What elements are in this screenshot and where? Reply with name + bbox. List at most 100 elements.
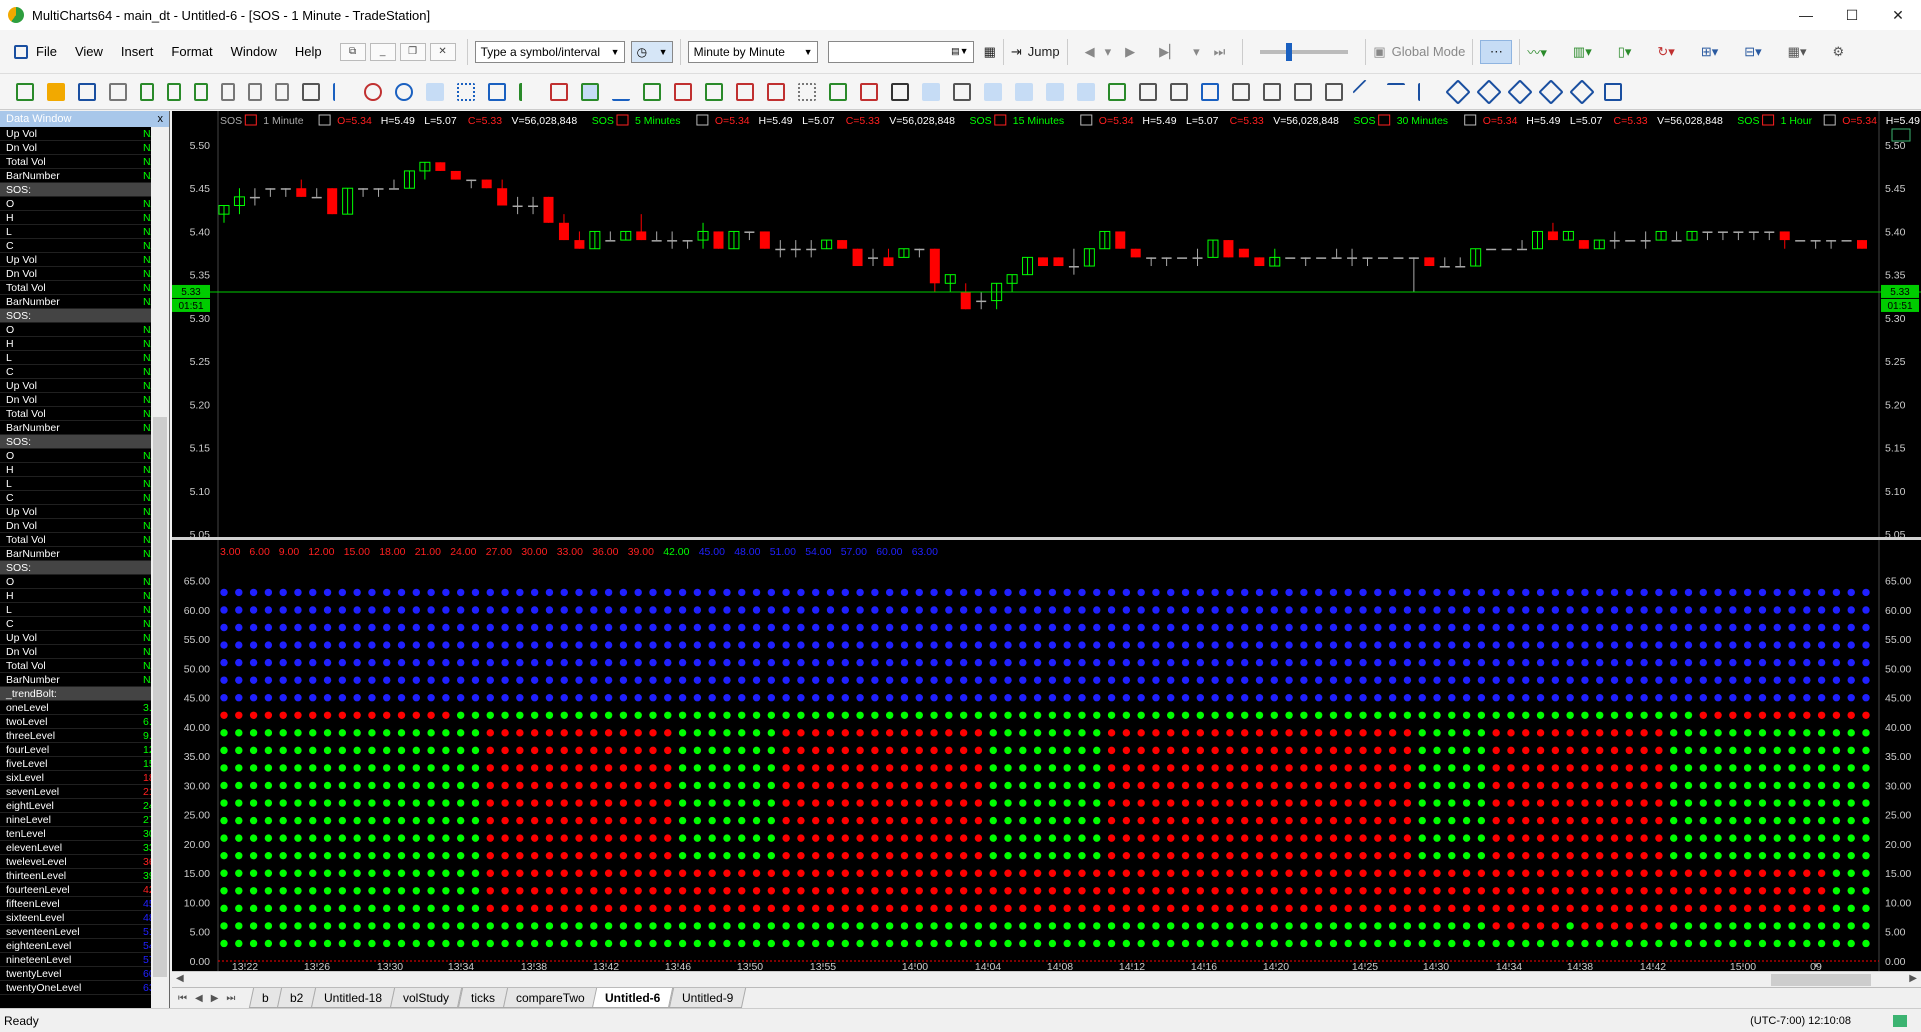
line-style-icon[interactable] bbox=[612, 83, 630, 101]
dot-style-icon[interactable] bbox=[798, 82, 816, 101]
zoom-out-icon[interactable] bbox=[1015, 82, 1033, 101]
menu-window[interactable]: Window bbox=[231, 44, 277, 59]
chart-canvas[interactable]: 5.50 5.505.45 5.455.40 5.405.35 5.355.30 5.30… bbox=[172, 111, 1921, 973]
mdi-new-window-button[interactable]: ⧉ bbox=[339, 42, 366, 61]
interval-settings-button[interactable]: ◷ ▼ bbox=[630, 40, 673, 63]
play-icon[interactable]: ▶ bbox=[1125, 40, 1135, 64]
renko-icon[interactable] bbox=[829, 82, 847, 101]
scroll-left-icon[interactable]: ◀ bbox=[176, 973, 184, 984]
tab-last-icon[interactable]: ⏭ bbox=[226, 993, 235, 1004]
point-figure-icon[interactable] bbox=[705, 82, 723, 101]
settings-icon[interactable]: ⚙ bbox=[1832, 40, 1844, 64]
scrollbar-thumb[interactable] bbox=[1771, 974, 1871, 986]
insert-indicator-icon[interactable] bbox=[333, 82, 351, 101]
jump-button[interactable]: ⇥ Jump bbox=[1011, 40, 1060, 64]
mdi-restore-button[interactable]: ❐ bbox=[399, 42, 426, 61]
menu-insert[interactable]: Insert bbox=[121, 44, 154, 59]
chart-type-candle-icon[interactable]: ▯▾ bbox=[1618, 40, 1632, 64]
save-workspace-icon[interactable] bbox=[78, 82, 96, 101]
new-chart-icon[interactable] bbox=[16, 82, 34, 101]
tab-untitled-9[interactable]: Untitled-9 bbox=[668, 988, 747, 1008]
channel-icon[interactable] bbox=[1445, 78, 1471, 105]
data-window-close-button[interactable]: x bbox=[158, 113, 164, 125]
heikin-ashi-icon[interactable] bbox=[767, 82, 785, 101]
bars-icon[interactable] bbox=[1232, 82, 1250, 101]
scroll-right-icon[interactable]: ▶ bbox=[1909, 973, 1917, 984]
screenshot-icon[interactable] bbox=[302, 82, 320, 101]
cross-icon[interactable] bbox=[736, 82, 754, 101]
page-icon[interactable] bbox=[248, 82, 262, 101]
open-workspace-icon[interactable] bbox=[47, 82, 65, 101]
page-icon[interactable] bbox=[167, 82, 181, 101]
menu-help[interactable]: Help bbox=[295, 44, 322, 59]
volume-up-icon[interactable] bbox=[643, 82, 661, 101]
chart-type-bar-icon[interactable]: ▥▾ bbox=[1573, 40, 1592, 64]
mdi-minimize-button[interactable]: _ bbox=[369, 42, 396, 61]
chart-properties-icon[interactable] bbox=[488, 82, 506, 101]
calendar-icon[interactable]: ▦ bbox=[984, 40, 996, 64]
indicator-icon[interactable]: ⊞▾ bbox=[1701, 40, 1718, 64]
tab-next-icon[interactable]: ▶ bbox=[211, 993, 219, 1004]
comment-icon[interactable] bbox=[953, 82, 971, 101]
step-dropdown-icon[interactable]: ▾ bbox=[1193, 40, 1200, 64]
insert-study-icon[interactable] bbox=[395, 82, 413, 101]
speed-slider[interactable] bbox=[1260, 42, 1349, 61]
minimize-button[interactable]: — bbox=[1783, 0, 1829, 30]
menu-view[interactable]: View bbox=[75, 44, 103, 59]
session-icon[interactable] bbox=[1263, 82, 1281, 101]
grid-icon[interactable]: ▦▾ bbox=[1788, 40, 1807, 64]
fan-lines-icon[interactable] bbox=[1538, 78, 1564, 105]
grid-layout-icon[interactable] bbox=[1294, 82, 1312, 101]
close-workspace-icon[interactable] bbox=[109, 82, 127, 101]
tab-ticks[interactable]: ticks bbox=[457, 988, 508, 1008]
maximize-button[interactable]: ☐ bbox=[1829, 0, 1875, 30]
link-charts-button[interactable]: ⋯ bbox=[1480, 39, 1513, 64]
parallel-lines-icon[interactable] bbox=[1476, 78, 1502, 105]
page-icon[interactable] bbox=[194, 82, 208, 101]
play-speed-dropdown-icon[interactable]: ▾ bbox=[1105, 40, 1112, 64]
close-window-button[interactable]: ✕ bbox=[1875, 0, 1921, 30]
global-mode-button[interactable]: ▣ Global Mode bbox=[1373, 40, 1465, 64]
volume-down-icon[interactable] bbox=[674, 82, 692, 101]
mdi-close-button[interactable]: ✕ bbox=[429, 42, 456, 61]
magnifier-icon[interactable] bbox=[1046, 82, 1064, 101]
tab-comparetwo[interactable]: compareTwo bbox=[502, 988, 598, 1008]
fibonacci-icon[interactable] bbox=[1507, 78, 1533, 105]
format-icon[interactable] bbox=[457, 82, 475, 101]
step-forward-icon[interactable]: ▶▏ bbox=[1159, 40, 1179, 64]
dom-icon[interactable] bbox=[1077, 82, 1095, 101]
collapse-panel-icon[interactable] bbox=[1604, 82, 1622, 101]
scrollbar-thumb[interactable] bbox=[153, 417, 167, 977]
tab-untitled-18[interactable]: Untitled-18 bbox=[311, 988, 396, 1008]
pointer-icon[interactable] bbox=[891, 82, 909, 101]
candle-style-icon[interactable] bbox=[550, 82, 568, 101]
volume-profile-icon[interactable] bbox=[1139, 82, 1157, 101]
kagi-icon[interactable] bbox=[860, 82, 878, 101]
chart-horizontal-scrollbar[interactable]: ◀ ▶ bbox=[172, 971, 1921, 987]
page-icon[interactable] bbox=[140, 82, 154, 101]
hollow-candle-icon[interactable] bbox=[581, 82, 599, 101]
tab-first-icon[interactable]: ⏮ bbox=[178, 993, 187, 1004]
drawing-tool-icon[interactable] bbox=[426, 82, 444, 101]
scanner-icon[interactable] bbox=[1325, 82, 1343, 101]
tab-volstudy[interactable]: volStudy bbox=[390, 988, 463, 1008]
trendline-icon[interactable] bbox=[1352, 78, 1378, 105]
playback-mode-combo[interactable]: Minute by Minute ▼ bbox=[687, 40, 818, 63]
zoom-in-icon[interactable] bbox=[984, 82, 1002, 101]
gann-icon[interactable] bbox=[1569, 78, 1595, 105]
market-profile-icon[interactable] bbox=[1170, 82, 1188, 101]
refresh-icon[interactable]: ↻▾ bbox=[1657, 40, 1674, 64]
strategy-icon[interactable]: ⊟▾ bbox=[1744, 40, 1761, 64]
vertical-line-icon[interactable] bbox=[1418, 82, 1436, 101]
chart-area[interactable]: 5.50 5.50 5.45 5.45 5.40 5.40 5.35 5.35 5.30 5.30… bbox=[172, 111, 1921, 973]
bar-style-icon[interactable] bbox=[519, 82, 537, 101]
crosshair-icon[interactable] bbox=[922, 82, 940, 101]
step-back-icon[interactable]: ◀ bbox=[1085, 40, 1095, 64]
date-time-input[interactable]: ▤▼ bbox=[827, 40, 974, 63]
horizontal-line-icon[interactable] bbox=[1387, 82, 1405, 101]
tab-prev-icon[interactable]: ◀ bbox=[195, 993, 203, 1004]
symbol-interval-combo[interactable]: Type a symbol/interval ▼ bbox=[474, 40, 625, 63]
chart-type-line-icon[interactable]: 〰▾ bbox=[1527, 40, 1547, 64]
go-end-icon[interactable]: ⏭ bbox=[1214, 40, 1226, 64]
menu-format[interactable]: Format bbox=[171, 44, 212, 59]
